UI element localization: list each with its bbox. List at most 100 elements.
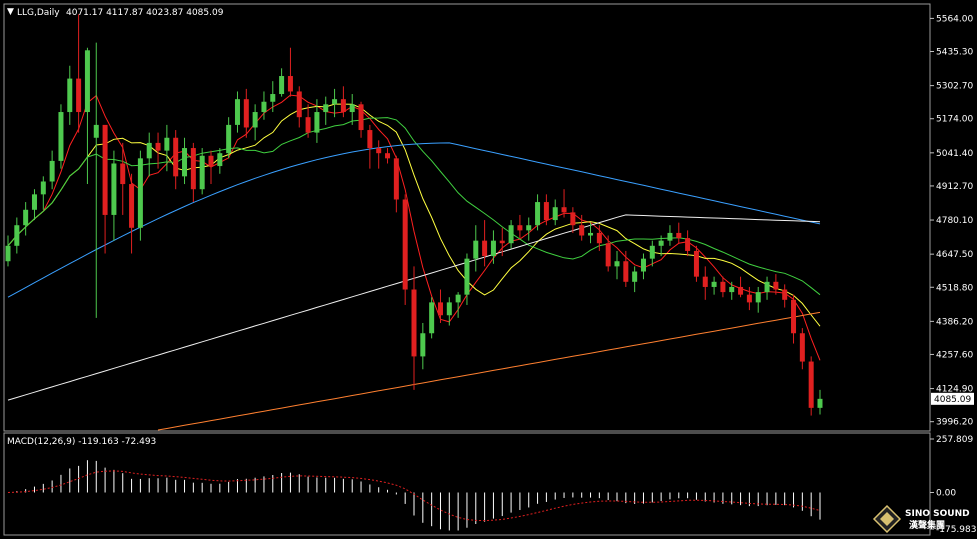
candle-down bbox=[287, 76, 293, 92]
candle-down bbox=[402, 199, 408, 290]
candle-up bbox=[182, 148, 188, 177]
candle-up bbox=[164, 137, 170, 151]
candle-down bbox=[791, 299, 797, 334]
candle-down bbox=[799, 333, 805, 362]
candle-down bbox=[155, 142, 161, 151]
price-tick-label: 4780.10 bbox=[936, 216, 973, 226]
candle-up bbox=[93, 124, 99, 138]
candle-down bbox=[685, 238, 691, 251]
candle-down bbox=[437, 302, 443, 316]
candle-up bbox=[323, 104, 329, 113]
candle-up bbox=[199, 155, 205, 190]
price-tick-label: 5041.40 bbox=[936, 149, 973, 159]
candle-up bbox=[552, 207, 558, 221]
candle-down bbox=[120, 163, 126, 185]
candle-up bbox=[14, 225, 20, 246]
price-tick-label: 3996.20 bbox=[936, 418, 973, 428]
candle-up bbox=[23, 209, 29, 226]
candle-up bbox=[84, 50, 90, 113]
candle-up bbox=[58, 112, 64, 161]
candle-down bbox=[305, 117, 311, 133]
candle-down bbox=[605, 243, 611, 267]
dropdown-arrow-icon[interactable]: ▼ bbox=[7, 7, 14, 17]
candle-down bbox=[570, 212, 576, 226]
candle-up bbox=[261, 101, 267, 113]
candle-up bbox=[535, 202, 541, 226]
candle-up bbox=[817, 398, 823, 408]
candle-down bbox=[243, 99, 249, 128]
logo-subtitle: 漢聲集團 bbox=[909, 519, 945, 531]
candle-down bbox=[367, 130, 373, 149]
candle-up bbox=[588, 232, 594, 236]
candle-down bbox=[385, 153, 391, 159]
candle-up bbox=[226, 124, 232, 154]
price-tick-label: 5435.30 bbox=[936, 48, 973, 58]
candle-up bbox=[429, 302, 435, 334]
logo-name: SINO SOUND bbox=[905, 509, 970, 519]
ohlc-readout: 4071.17 4117.87 4023.87 4085.09 bbox=[66, 8, 224, 18]
candle-up bbox=[490, 240, 496, 257]
candle-up bbox=[137, 158, 143, 228]
candle-up bbox=[526, 225, 532, 231]
candle-up bbox=[614, 261, 620, 267]
candle-up bbox=[5, 245, 11, 262]
candle-up bbox=[446, 302, 452, 316]
candle-down bbox=[296, 91, 302, 118]
candle-up bbox=[473, 240, 479, 259]
candle-up bbox=[67, 78, 73, 113]
candle-up bbox=[464, 258, 470, 295]
price-tick-label: 4386.20 bbox=[936, 317, 973, 327]
price-tick-label: 4647.50 bbox=[936, 250, 973, 260]
candle-down bbox=[738, 286, 744, 295]
candle-down bbox=[676, 232, 682, 239]
candle-down bbox=[393, 158, 399, 200]
candle-up bbox=[332, 99, 338, 105]
candle-down bbox=[517, 225, 523, 231]
price-tick-label: 5174.00 bbox=[936, 115, 973, 125]
price-tick-label: 4518.80 bbox=[936, 283, 973, 293]
candle-up bbox=[279, 76, 285, 95]
macd-label: MACD(12,26,9) -119.163 -72.493 bbox=[7, 437, 156, 447]
candle-down bbox=[482, 240, 488, 257]
candle-down bbox=[623, 261, 629, 282]
candle-up bbox=[270, 94, 276, 102]
candle-down bbox=[129, 184, 135, 228]
candle-down bbox=[173, 137, 179, 177]
candle-down bbox=[579, 225, 585, 236]
chart-background bbox=[0, 0, 977, 539]
candlestick-chart: 5564.00 5435.30 5302.70 5174.00 5041.40 4912.… bbox=[0, 0, 977, 539]
last-price-label: 4085.09 bbox=[934, 395, 971, 405]
candle-down bbox=[782, 289, 788, 300]
macd-tick-label: 0.00 bbox=[936, 488, 956, 498]
price-tick-label: 4257.60 bbox=[936, 350, 973, 360]
candle-up bbox=[508, 225, 514, 244]
price-tick-label: 5302.70 bbox=[936, 82, 973, 92]
candle-up bbox=[764, 281, 770, 293]
price-tick-label: 5564.00 bbox=[936, 14, 973, 24]
candle-down bbox=[808, 361, 814, 408]
macd-tick-label: 257.809 bbox=[936, 435, 973, 445]
candle-up bbox=[729, 286, 735, 293]
candle-down bbox=[358, 104, 364, 131]
candle-up bbox=[667, 232, 673, 241]
candle-down bbox=[543, 202, 549, 221]
candle-up bbox=[420, 333, 426, 357]
candle-down bbox=[499, 240, 505, 244]
candle-down bbox=[720, 281, 726, 293]
candle-up bbox=[755, 292, 761, 303]
candle-up bbox=[649, 245, 655, 259]
candle-up bbox=[658, 240, 664, 246]
candle-up bbox=[31, 194, 37, 210]
candle-up bbox=[234, 99, 240, 125]
candle-down bbox=[102, 124, 108, 215]
candle-up bbox=[111, 163, 117, 215]
candle-up bbox=[217, 153, 223, 167]
candle-up bbox=[455, 294, 461, 303]
candle-down bbox=[596, 232, 602, 244]
candle-down bbox=[208, 155, 214, 167]
candle-up bbox=[632, 271, 638, 282]
candle-down bbox=[693, 250, 699, 277]
candle-down bbox=[190, 148, 196, 190]
candle-down bbox=[76, 78, 82, 113]
candle-down bbox=[702, 276, 708, 287]
